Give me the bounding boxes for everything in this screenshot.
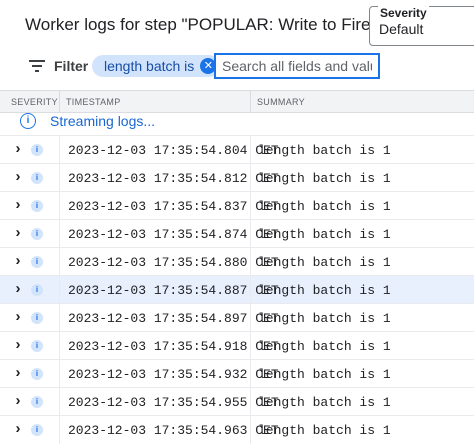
column-divider (59, 220, 60, 248)
chevron-right-icon[interactable]: › (10, 169, 26, 185)
streaming-status: i Streaming logs... (0, 113, 474, 135)
column-header-summary[interactable]: SUMMARY (257, 97, 305, 107)
log-summary: length batch is 1 (258, 395, 391, 410)
column-divider (250, 276, 251, 304)
log-table-body: › i 2023-12-03 17:35:54.804 CET length batc… (0, 135, 474, 444)
chevron-right-icon[interactable]: › (10, 253, 26, 269)
column-divider (59, 136, 60, 164)
column-divider (59, 276, 60, 304)
chevron-right-icon[interactable]: › (10, 365, 26, 381)
chevron-right-icon[interactable]: › (10, 197, 26, 213)
info-icon: i (31, 172, 43, 184)
log-summary: length batch is 1 (258, 283, 391, 298)
column-divider (250, 360, 251, 388)
log-summary: length batch is 1 (258, 423, 391, 438)
chevron-right-icon[interactable]: › (10, 309, 26, 325)
table-row[interactable]: › i 2023-12-03 17:35:54.874 CET length batc… (0, 219, 474, 248)
log-timestamp: 2023-12-03 17:35:54.918 CET (68, 339, 279, 354)
info-icon: i (20, 113, 36, 129)
info-icon: i (31, 256, 43, 268)
chevron-right-icon[interactable]: › (10, 225, 26, 241)
info-icon: i (31, 368, 43, 380)
column-divider (59, 164, 60, 192)
log-timestamp: 2023-12-03 17:35:54.837 CET (68, 199, 279, 214)
chevron-right-icon[interactable]: › (10, 421, 26, 437)
column-divider (250, 136, 251, 164)
column-divider (59, 360, 60, 388)
column-divider (250, 164, 251, 192)
panel-title: Worker logs for step "POPULAR: Write to … (25, 15, 415, 34)
log-summary: length batch is 1 (258, 255, 391, 270)
info-icon: i (31, 340, 43, 352)
log-timestamp: 2023-12-03 17:35:54.880 CET (68, 255, 279, 270)
table-row[interactable]: › i 2023-12-03 17:35:54.837 CET length batc… (0, 191, 474, 220)
column-divider (250, 416, 251, 444)
filter-chip-label: length batch is (104, 58, 195, 74)
column-divider (250, 332, 251, 360)
table-row[interactable]: › i 2023-12-03 17:35:54.812 CET length batc… (0, 163, 474, 192)
filter-bar: Filter length batch is ✕ (0, 52, 474, 82)
severity-dropdown-value: Default (379, 21, 424, 37)
log-timestamp: 2023-12-03 17:35:54.963 CET (68, 423, 279, 438)
log-timestamp: 2023-12-03 17:35:54.812 CET (68, 171, 279, 186)
info-icon: i (31, 144, 43, 156)
info-icon: i (31, 396, 43, 408)
severity-dropdown-label: Severity (378, 6, 429, 20)
streaming-text: Streaming logs... (50, 113, 156, 129)
chevron-right-icon[interactable]: › (10, 393, 26, 409)
info-icon: i (31, 424, 43, 436)
column-divider (250, 388, 251, 416)
column-header-timestamp[interactable]: TIMESTAMP (66, 97, 121, 107)
log-summary: length batch is 1 (258, 171, 391, 186)
severity-dropdown[interactable]: Severity Default (369, 6, 474, 46)
table-row[interactable]: › i 2023-12-03 17:35:54.880 CET length batc… (0, 247, 474, 276)
log-timestamp: 2023-12-03 17:35:54.887 CET (68, 283, 279, 298)
column-divider (59, 192, 60, 220)
column-header-severity[interactable]: SEVERITY (11, 97, 58, 107)
column-divider[interactable] (250, 91, 251, 113)
filter-chip[interactable]: length batch is ✕ (92, 55, 221, 77)
log-summary: length batch is 1 (258, 143, 391, 158)
column-divider[interactable] (59, 91, 60, 113)
table-row[interactable]: › i 2023-12-03 17:35:54.887 CET length batc… (0, 275, 474, 304)
column-divider (250, 248, 251, 276)
filter-icon (29, 60, 45, 72)
log-summary: length batch is 1 (258, 227, 391, 242)
log-summary: length batch is 1 (258, 311, 391, 326)
filter-button-label: Filter (54, 58, 89, 74)
column-divider (59, 416, 60, 444)
column-divider (59, 248, 60, 276)
info-icon: i (31, 284, 43, 296)
table-row[interactable]: › i 2023-12-03 17:35:54.918 CET length batc… (0, 331, 474, 360)
log-timestamp: 2023-12-03 17:35:54.932 CET (68, 367, 279, 382)
info-icon: i (31, 228, 43, 240)
table-row[interactable]: › i 2023-12-03 17:35:54.963 CET length batc… (0, 415, 474, 444)
log-summary: length batch is 1 (258, 199, 391, 214)
info-icon: i (31, 200, 43, 212)
table-header: SEVERITY TIMESTAMP SUMMARY (0, 90, 474, 113)
filter-button[interactable]: Filter (29, 55, 88, 77)
table-row[interactable]: › i 2023-12-03 17:35:54.804 CET length batc… (0, 135, 474, 164)
chevron-right-icon[interactable]: › (10, 337, 26, 353)
table-row[interactable]: › i 2023-12-03 17:35:54.955 CET length batc… (0, 387, 474, 416)
column-divider (59, 388, 60, 416)
log-summary: length batch is 1 (258, 367, 391, 382)
table-row[interactable]: › i 2023-12-03 17:35:54.932 CET length batc… (0, 359, 474, 388)
log-timestamp: 2023-12-03 17:35:54.955 CET (68, 395, 279, 410)
column-divider (59, 332, 60, 360)
log-timestamp: 2023-12-03 17:35:54.804 CET (68, 143, 279, 158)
log-timestamp: 2023-12-03 17:35:54.897 CET (68, 311, 279, 326)
column-divider (250, 220, 251, 248)
log-summary: length batch is 1 (258, 339, 391, 354)
column-divider (59, 304, 60, 332)
chevron-right-icon[interactable]: › (10, 281, 26, 297)
column-divider (250, 192, 251, 220)
info-icon: i (31, 312, 43, 324)
search-input[interactable] (214, 53, 380, 79)
table-row[interactable]: › i 2023-12-03 17:35:54.897 CET length batc… (0, 303, 474, 332)
column-divider (250, 304, 251, 332)
log-timestamp: 2023-12-03 17:35:54.874 CET (68, 227, 279, 242)
chevron-right-icon[interactable]: › (10, 141, 26, 157)
